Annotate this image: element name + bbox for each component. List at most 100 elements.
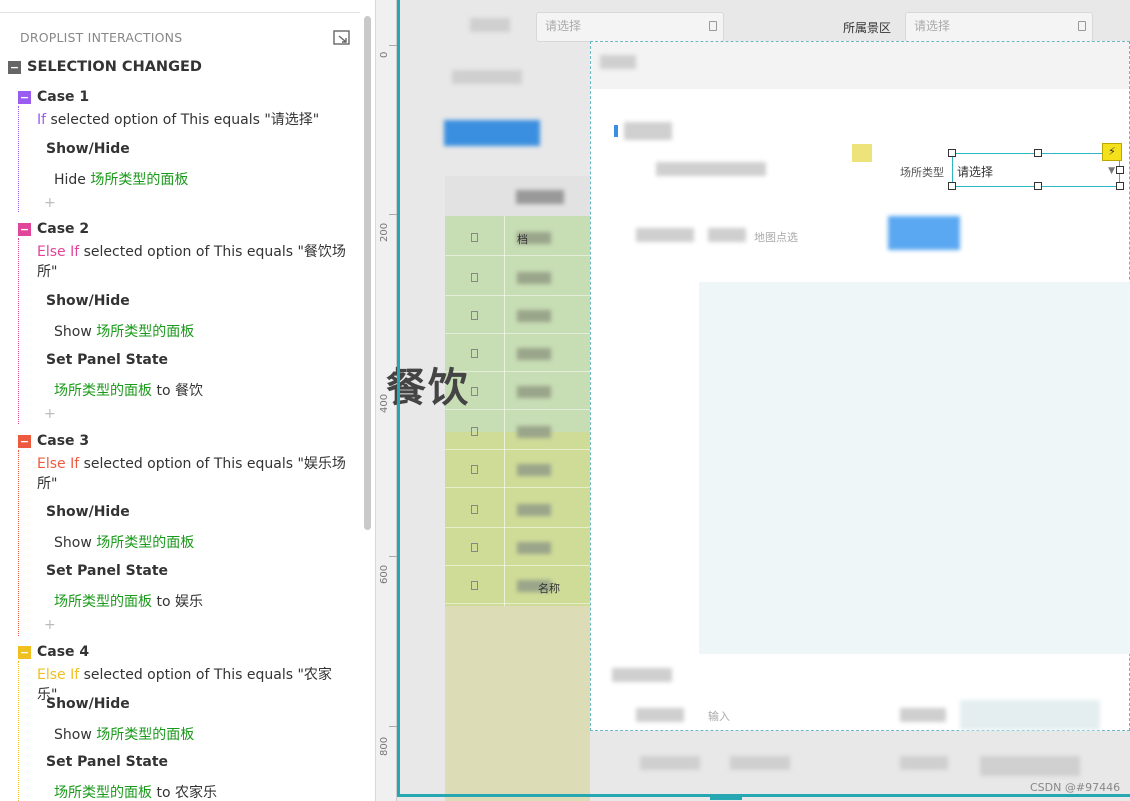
action-detail[interactable]: 场所类型的面板 to 农家乐 (54, 782, 217, 801)
action-target-link[interactable]: 场所类型的面板 (90, 172, 188, 188)
collapse-icon[interactable]: − (18, 90, 31, 104)
case-1[interactable]: − Case 1 (18, 89, 89, 105)
action-title[interactable]: Set Panel State (46, 563, 168, 579)
row-checkbox[interactable] (471, 505, 478, 514)
action-detail[interactable]: Show 场所类型的面板 (54, 321, 194, 341)
case-4[interactable]: − Case 4 (18, 644, 89, 660)
scrollbar-thumb[interactable] (364, 16, 371, 530)
action-detail[interactable]: 场所类型的面板 to 餐饮 (54, 380, 203, 400)
resize-handle[interactable] (1034, 149, 1042, 157)
action-title[interactable]: Set Panel State (46, 754, 168, 770)
case-condition[interactable]: Else If selected option of This equals "… (37, 242, 347, 282)
ruler-tick (389, 214, 397, 215)
event-selection-changed[interactable]: − SELECTION CHANGED (8, 59, 202, 75)
case-label: Case 2 (37, 221, 90, 237)
row-checkbox[interactable] (471, 349, 478, 358)
case-connector-line (18, 106, 19, 212)
table-row[interactable] (445, 566, 590, 604)
top-select-1[interactable]: 请选择 (536, 12, 724, 42)
resize-handle[interactable] (1034, 182, 1042, 190)
table-row[interactable] (445, 528, 590, 566)
blurred-field (980, 756, 1080, 776)
blurred-label (470, 18, 510, 32)
action-detail[interactable]: Show 场所类型的面板 (54, 724, 194, 744)
action-target-link[interactable]: 场所类型的面板 (54, 594, 152, 610)
input-hint: 输入 (708, 710, 730, 723)
lightning-icon[interactable]: ⚡ (1102, 143, 1122, 161)
action-verb: Show (54, 535, 97, 551)
region-label: 所属景区 (843, 21, 892, 35)
blurred-cell (517, 426, 551, 438)
ruler-label: 0 (379, 51, 390, 58)
row-checkbox[interactable] (471, 427, 478, 436)
add-action-icon[interactable]: + (44, 617, 56, 633)
action-title[interactable]: Show/Hide (46, 293, 130, 309)
table-row[interactable] (445, 450, 590, 488)
action-target-link[interactable]: 场所类型的面板 (96, 324, 194, 340)
action-verb: Show (54, 727, 97, 743)
table-cell-text: 档 (517, 233, 528, 246)
case-condition[interactable]: Else If selected option of This equals "… (37, 454, 347, 494)
table-row[interactable] (445, 490, 590, 528)
collapse-icon[interactable]: − (18, 434, 31, 448)
add-action-icon[interactable]: + (44, 195, 56, 211)
resize-handle[interactable] (948, 182, 956, 190)
action-detail[interactable]: Show 场所类型的面板 (54, 532, 194, 552)
resize-handle[interactable] (948, 149, 956, 157)
blurred-field (636, 228, 694, 242)
case-condition[interactable]: If selected option of This equals "请选择" (37, 110, 347, 130)
collapse-icon[interactable]: − (18, 645, 31, 659)
blurred-input[interactable] (960, 700, 1100, 730)
table-row[interactable] (445, 258, 590, 296)
condition-text: selected option of This equals "请选择" (46, 112, 320, 128)
resize-handle[interactable] (1116, 166, 1124, 174)
action-suffix: to 餐饮 (152, 383, 203, 399)
top-select-2[interactable]: 请选择 (905, 12, 1093, 42)
dialog-header (591, 42, 1129, 89)
ruler-tick (389, 726, 397, 727)
action-title[interactable]: Set Panel State (46, 352, 168, 368)
primary-button[interactable] (444, 120, 540, 146)
action-title[interactable]: Show/Hide (46, 141, 130, 157)
row-checkbox[interactable] (471, 311, 478, 320)
row-checkbox[interactable] (471, 465, 478, 474)
case-label: Case 1 (37, 89, 90, 105)
action-target-link[interactable]: 场所类型的面板 (96, 535, 194, 551)
blurred-field (708, 228, 746, 242)
collapse-icon[interactable]: − (8, 60, 21, 74)
action-verb: Hide (54, 172, 91, 188)
resize-handle[interactable] (1116, 182, 1124, 190)
action-suffix: to 娱乐 (152, 594, 203, 610)
popout-icon[interactable] (333, 30, 351, 46)
case-connector-line (18, 238, 19, 424)
add-action-icon[interactable]: + (44, 406, 56, 422)
action-title[interactable]: Show/Hide (46, 696, 130, 712)
row-checkbox[interactable] (471, 233, 478, 242)
action-title[interactable]: Show/Hide (46, 504, 130, 520)
condition-keyword: Else If (37, 667, 80, 683)
frame-grip[interactable] (710, 794, 742, 800)
row-checkbox[interactable] (471, 543, 478, 552)
blurred-header (516, 190, 564, 204)
map-pick-hint: 地图点选 (754, 231, 798, 244)
table-row[interactable] (445, 412, 590, 450)
row-checkbox[interactable] (471, 581, 478, 590)
action-detail[interactable]: Hide 场所类型的面板 (54, 169, 188, 189)
table-row[interactable] (445, 296, 590, 334)
ruler-label: 200 (379, 222, 390, 242)
row-checkbox[interactable] (471, 273, 478, 282)
action-target-link[interactable]: 场所类型的面板 (54, 785, 152, 801)
blurred-field (656, 162, 766, 176)
case-3[interactable]: − Case 3 (18, 433, 89, 449)
case-connector-line (18, 450, 19, 636)
action-target-link[interactable]: 场所类型的面板 (96, 727, 194, 743)
map-pick-button[interactable] (888, 216, 960, 250)
case-2[interactable]: − Case 2 (18, 221, 89, 237)
action-target-link[interactable]: 场所类型的面板 (54, 383, 152, 399)
panel-divider (0, 12, 360, 13)
action-detail[interactable]: 场所类型的面板 to 娱乐 (54, 591, 203, 611)
dynamic-panel-placetype[interactable] (699, 282, 1130, 654)
note-marker (852, 144, 872, 162)
collapse-icon[interactable]: − (18, 222, 31, 236)
row-checkbox[interactable] (471, 387, 478, 396)
